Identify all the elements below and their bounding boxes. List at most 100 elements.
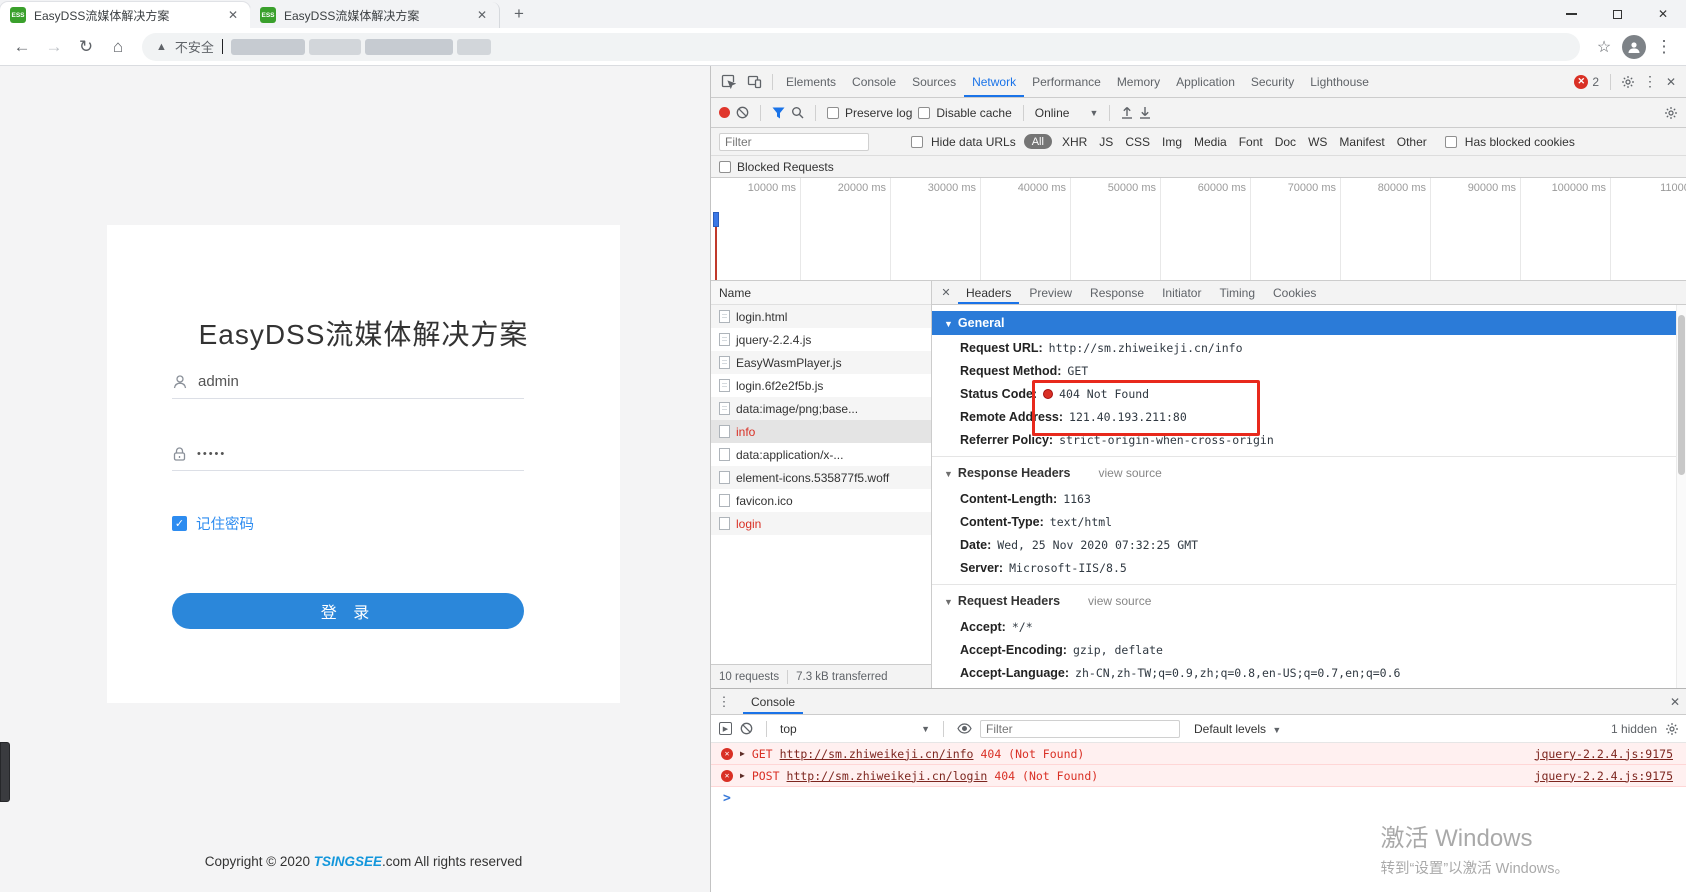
network-request-row[interactable]: EasyWasmPlayer.js bbox=[711, 351, 931, 374]
network-request-row-selected[interactable]: info bbox=[711, 420, 931, 443]
default-levels-select[interactable]: Default levels ▼ bbox=[1194, 722, 1281, 736]
eye-icon[interactable] bbox=[957, 723, 972, 734]
preserve-log-checkbox[interactable] bbox=[827, 107, 839, 119]
type-filter-manifest[interactable]: Manifest bbox=[1337, 135, 1386, 149]
has-blocked-cookies-checkbox[interactable] bbox=[1445, 136, 1457, 148]
tab-timing[interactable]: Timing bbox=[1211, 281, 1263, 304]
export-har-icon[interactable] bbox=[1139, 106, 1151, 119]
type-filter-img[interactable]: Img bbox=[1160, 135, 1184, 149]
maximize-button[interactable] bbox=[1594, 0, 1640, 28]
inspect-element-icon[interactable] bbox=[715, 74, 741, 89]
request-url-link[interactable]: http://sm.zhiweikeji.cn/info bbox=[780, 747, 974, 761]
tab-elements[interactable]: Elements bbox=[778, 66, 844, 97]
login-button[interactable]: 登 录 bbox=[172, 593, 524, 629]
network-settings-gear-icon[interactable] bbox=[1664, 106, 1678, 120]
tab-preview[interactable]: Preview bbox=[1021, 281, 1080, 304]
address-bar[interactable]: ▲ 不安全 bbox=[142, 33, 1580, 61]
request-list-name-header[interactable]: Name bbox=[711, 281, 931, 305]
view-source-link[interactable]: view source bbox=[1088, 594, 1151, 608]
username-input[interactable] bbox=[198, 373, 478, 390]
device-toolbar-icon[interactable] bbox=[741, 74, 767, 89]
console-filter-input[interactable] bbox=[980, 720, 1180, 738]
throttling-select[interactable]: Online bbox=[1035, 106, 1070, 120]
source-location-link[interactable]: jquery-2.2.4.js:9175 bbox=[1535, 769, 1673, 783]
response-headers-title[interactable]: ▼Response Headersview source bbox=[932, 461, 1676, 486]
password-input[interactable] bbox=[197, 448, 477, 460]
request-headers-title[interactable]: ▼Request Headersview source bbox=[932, 589, 1676, 614]
tab-close-icon[interactable]: ✕ bbox=[226, 8, 240, 22]
browser-tab-1[interactable]: ESS EasyDSS流媒体解决方案 ✕ bbox=[0, 2, 250, 28]
expand-triangle-icon[interactable]: ▶ bbox=[740, 749, 745, 758]
new-tab-button[interactable]: + bbox=[500, 4, 538, 28]
type-filter-other[interactable]: Other bbox=[1395, 135, 1429, 149]
tab-close-icon[interactable]: ✕ bbox=[475, 8, 489, 22]
browser-tab-2[interactable]: ESS EasyDSS流媒体解决方案 ✕ bbox=[250, 2, 500, 28]
network-filter-input[interactable] bbox=[719, 133, 869, 151]
tab-security[interactable]: Security bbox=[1243, 66, 1302, 97]
reload-button[interactable]: ↻ bbox=[72, 33, 100, 61]
search-icon[interactable] bbox=[791, 106, 804, 119]
tab-console[interactable]: Console bbox=[844, 66, 904, 97]
type-filter-all[interactable]: All bbox=[1024, 134, 1052, 149]
console-context-select[interactable]: top ▼ bbox=[780, 722, 930, 736]
forward-button[interactable]: → bbox=[40, 33, 68, 61]
close-details-icon[interactable]: ✕ bbox=[936, 286, 956, 299]
tab-initiator[interactable]: Initiator bbox=[1154, 281, 1209, 304]
scrollbar[interactable] bbox=[1676, 305, 1686, 688]
import-har-icon[interactable] bbox=[1121, 106, 1133, 119]
network-request-row[interactable]: jquery-2.2.4.js bbox=[711, 328, 931, 351]
network-request-row[interactable]: favicon.ico bbox=[711, 489, 931, 512]
error-badge-icon[interactable]: ✕ bbox=[1574, 75, 1588, 89]
request-url-link[interactable]: http://sm.zhiweikeji.cn/login bbox=[787, 769, 988, 783]
tab-performance[interactable]: Performance bbox=[1024, 66, 1109, 97]
network-request-row[interactable]: login.6f2e2f5b.js bbox=[711, 374, 931, 397]
console-prompt[interactable]: > bbox=[711, 787, 1686, 809]
console-settings-gear-icon[interactable] bbox=[1665, 722, 1679, 736]
blocked-requests-checkbox[interactable] bbox=[719, 161, 731, 173]
tab-network[interactable]: Network bbox=[964, 66, 1024, 97]
minimize-button[interactable] bbox=[1548, 0, 1594, 28]
close-window-button[interactable]: ✕ bbox=[1640, 0, 1686, 28]
type-filter-ws[interactable]: WS bbox=[1306, 135, 1329, 149]
type-filter-js[interactable]: JS bbox=[1097, 135, 1115, 149]
source-location-link[interactable]: jquery-2.2.4.js:9175 bbox=[1535, 747, 1673, 761]
not-secure-label[interactable]: 不安全 bbox=[175, 37, 214, 56]
tab-lighthouse[interactable]: Lighthouse bbox=[1302, 66, 1377, 97]
bookmark-star-icon[interactable]: ☆ bbox=[1590, 33, 1618, 61]
tab-response[interactable]: Response bbox=[1082, 281, 1152, 304]
network-request-row[interactable]: data:image/png;base... bbox=[711, 397, 931, 420]
type-filter-doc[interactable]: Doc bbox=[1273, 135, 1298, 149]
expand-triangle-icon[interactable]: ▶ bbox=[740, 771, 745, 780]
home-button[interactable]: ⌂ bbox=[104, 33, 132, 61]
scrollbar-thumb[interactable] bbox=[1678, 315, 1685, 475]
remember-password-row[interactable]: ✓ 记住密码 bbox=[172, 513, 254, 534]
type-filter-css[interactable]: CSS bbox=[1123, 135, 1152, 149]
clear-console-icon[interactable] bbox=[740, 722, 753, 735]
network-request-row[interactable]: login.html bbox=[711, 305, 931, 328]
type-filter-font[interactable]: Font bbox=[1237, 135, 1265, 149]
devtools-close-icon[interactable]: ✕ bbox=[1660, 75, 1682, 89]
hide-data-urls-checkbox[interactable] bbox=[911, 136, 923, 148]
type-filter-media[interactable]: Media bbox=[1192, 135, 1229, 149]
type-filter-xhr[interactable]: XHR bbox=[1060, 135, 1089, 149]
record-network-log-icon[interactable] bbox=[719, 107, 730, 118]
profile-avatar[interactable] bbox=[1622, 35, 1646, 59]
remember-checkbox[interactable]: ✓ bbox=[172, 516, 187, 531]
back-button[interactable]: ← bbox=[8, 33, 36, 61]
devtools-menu-icon[interactable]: ⋮ bbox=[1640, 73, 1660, 90]
filter-funnel-icon[interactable] bbox=[772, 107, 785, 119]
tab-cookies[interactable]: Cookies bbox=[1265, 281, 1324, 304]
tab-application[interactable]: Application bbox=[1168, 66, 1243, 97]
view-source-link[interactable]: view source bbox=[1098, 466, 1161, 480]
network-request-row[interactable]: data:application/x-... bbox=[711, 443, 931, 466]
devtools-settings-gear-icon[interactable] bbox=[1616, 75, 1640, 89]
console-drawer-tab[interactable]: Console bbox=[743, 689, 803, 714]
general-section-header[interactable]: ▼General bbox=[932, 311, 1676, 335]
drawer-menu-icon[interactable]: ⋮ bbox=[711, 694, 737, 710]
username-field[interactable] bbox=[172, 365, 524, 399]
disable-cache-checkbox[interactable] bbox=[918, 107, 930, 119]
network-request-row[interactable]: element-icons.535877f5.woff bbox=[711, 466, 931, 489]
network-request-row[interactable]: login bbox=[711, 512, 931, 535]
network-timeline-overview[interactable]: 10000 ms 20000 ms 30000 ms 40000 ms 5000… bbox=[711, 178, 1686, 281]
tab-headers[interactable]: Headers bbox=[958, 281, 1019, 304]
